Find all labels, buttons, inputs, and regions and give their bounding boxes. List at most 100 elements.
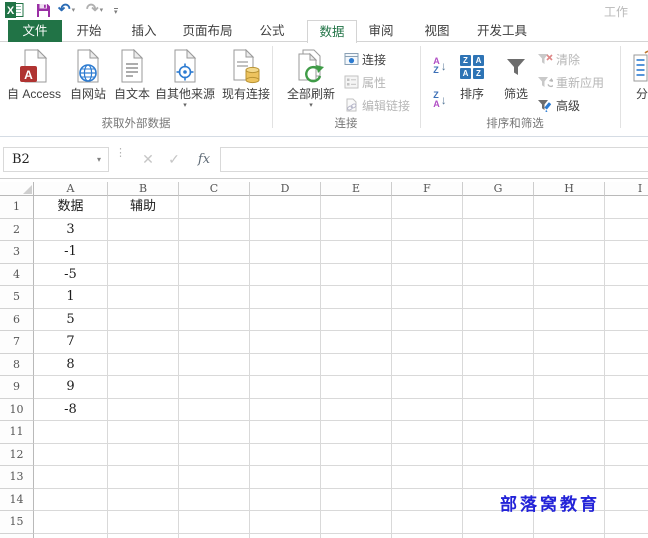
cell-G2[interactable]: [463, 218, 534, 241]
cell-C10[interactable]: [179, 398, 250, 421]
cell-A11[interactable]: [34, 421, 108, 444]
cell-A5[interactable]: 1: [34, 286, 108, 309]
row-header-6[interactable]: 6: [0, 308, 34, 331]
col-header-C[interactable]: C: [179, 182, 250, 196]
name-box[interactable]: B2 ▾: [3, 147, 109, 172]
cell-A16[interactable]: [34, 533, 108, 538]
cell-E4[interactable]: [321, 263, 392, 286]
cell-D15[interactable]: [250, 511, 321, 534]
existing-connections-button[interactable]: 现有连接: [220, 46, 272, 122]
cell-H8[interactable]: [534, 353, 605, 376]
cell-E6[interactable]: [321, 308, 392, 331]
cell-E10[interactable]: [321, 398, 392, 421]
cell-B12[interactable]: [108, 443, 179, 466]
cell-F8[interactable]: [392, 353, 463, 376]
tab-view[interactable]: 视图: [423, 20, 451, 42]
cell-D14[interactable]: [250, 488, 321, 511]
cell-F3[interactable]: [392, 241, 463, 264]
cell-B3[interactable]: [108, 241, 179, 264]
cell-B5[interactable]: [108, 286, 179, 309]
cell-E9[interactable]: [321, 376, 392, 399]
row-header-15[interactable]: 15: [0, 511, 34, 534]
cell-H12[interactable]: [534, 443, 605, 466]
cell-I11[interactable]: [605, 421, 648, 444]
cell-D16[interactable]: [250, 533, 321, 538]
cell-B15[interactable]: [108, 511, 179, 534]
col-header-D[interactable]: D: [250, 182, 321, 196]
row-header-7[interactable]: 7: [0, 331, 34, 354]
cell-I3[interactable]: [605, 241, 648, 264]
cell-F2[interactable]: [392, 218, 463, 241]
cell-C4[interactable]: [179, 263, 250, 286]
tab-developer[interactable]: 开发工具: [473, 20, 531, 42]
cell-D4[interactable]: [250, 263, 321, 286]
row-header-12[interactable]: 12: [0, 443, 34, 466]
cell-G1[interactable]: [463, 196, 534, 219]
cell-B11[interactable]: [108, 421, 179, 444]
redo-dropdown-caret[interactable]: ▾: [100, 6, 104, 14]
cell-I5[interactable]: [605, 286, 648, 309]
cell-B7[interactable]: [108, 331, 179, 354]
cell-C7[interactable]: [179, 331, 250, 354]
cell-B10[interactable]: [108, 398, 179, 421]
row-header-14[interactable]: 14: [0, 488, 34, 511]
cell-F14[interactable]: [392, 488, 463, 511]
row-header-4[interactable]: 4: [0, 263, 34, 286]
cell-I1[interactable]: [605, 196, 648, 219]
cell-C9[interactable]: [179, 376, 250, 399]
cell-H1[interactable]: [534, 196, 605, 219]
cell-C13[interactable]: [179, 466, 250, 489]
cell-B8[interactable]: [108, 353, 179, 376]
row-header-3[interactable]: 3: [0, 241, 34, 264]
row-header-9[interactable]: 9: [0, 376, 34, 399]
connections-button[interactable]: 连接: [344, 50, 386, 68]
cell-I4[interactable]: [605, 263, 648, 286]
cell-H4[interactable]: [534, 263, 605, 286]
cell-H13[interactable]: [534, 466, 605, 489]
cell-I7[interactable]: [605, 331, 648, 354]
cell-A13[interactable]: [34, 466, 108, 489]
cell-D3[interactable]: [250, 241, 321, 264]
cell-E7[interactable]: [321, 331, 392, 354]
cell-A9[interactable]: 9: [34, 376, 108, 399]
col-header-I[interactable]: I: [605, 182, 648, 196]
tab-insert[interactable]: 插入: [130, 20, 158, 42]
cell-F1[interactable]: [392, 196, 463, 219]
cell-I8[interactable]: [605, 353, 648, 376]
cell-A10[interactable]: -8: [34, 398, 108, 421]
cell-D13[interactable]: [250, 466, 321, 489]
cell-F12[interactable]: [392, 443, 463, 466]
tab-formulas[interactable]: 公式: [258, 20, 286, 42]
cell-I6[interactable]: [605, 308, 648, 331]
from-other-sources-button[interactable]: 自其他来源 ▾: [154, 46, 216, 122]
cell-D2[interactable]: [250, 218, 321, 241]
cell-H7[interactable]: [534, 331, 605, 354]
cell-A14[interactable]: [34, 488, 108, 511]
cell-D8[interactable]: [250, 353, 321, 376]
cell-B2[interactable]: [108, 218, 179, 241]
cell-G12[interactable]: [463, 443, 534, 466]
sort-ascending-button[interactable]: AZ ↓: [427, 52, 453, 80]
cell-A8[interactable]: 8: [34, 353, 108, 376]
col-header-H[interactable]: H: [534, 182, 605, 196]
cell-H10[interactable]: [534, 398, 605, 421]
undo-dropdown-caret[interactable]: ▾: [72, 6, 76, 14]
cell-H11[interactable]: [534, 421, 605, 444]
cell-E11[interactable]: [321, 421, 392, 444]
cell-C3[interactable]: [179, 241, 250, 264]
cell-F6[interactable]: [392, 308, 463, 331]
cell-I13[interactable]: [605, 466, 648, 489]
formula-input[interactable]: [220, 147, 648, 172]
cell-A12[interactable]: [34, 443, 108, 466]
insert-function-button[interactable]: fx: [192, 147, 216, 172]
redo-button[interactable]: ↷ ▾: [86, 1, 103, 19]
col-header-A[interactable]: A: [34, 182, 108, 196]
cell-B16[interactable]: [108, 533, 179, 538]
cell-E15[interactable]: [321, 511, 392, 534]
cell-I16[interactable]: [605, 533, 648, 538]
cell-C14[interactable]: [179, 488, 250, 511]
cell-A1[interactable]: 数据: [34, 196, 108, 219]
tab-file[interactable]: 文件: [8, 20, 62, 42]
row-header-10[interactable]: 10: [0, 398, 34, 421]
cell-H3[interactable]: [534, 241, 605, 264]
